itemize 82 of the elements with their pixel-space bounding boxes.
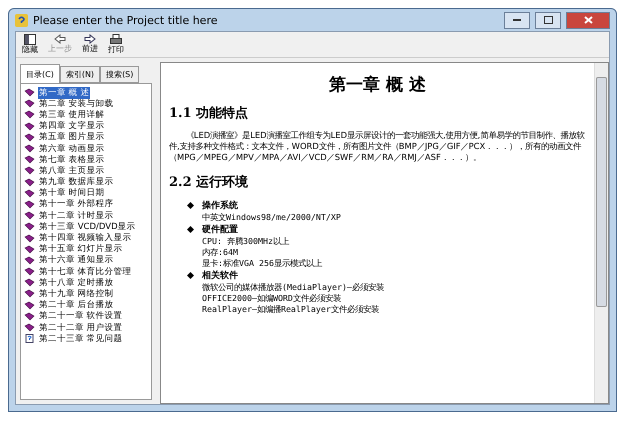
book-icon: [24, 312, 35, 321]
tree-item[interactable]: 第二十二章 用户设置: [38, 322, 124, 334]
tree-item[interactable]: 第二十一章 软件设置: [38, 310, 124, 322]
book-icon: [24, 144, 35, 154]
tree-item[interactable]: 第一章 概 述: [38, 86, 90, 99]
scrollbar[interactable]: [594, 63, 608, 403]
chapter-title: 第一章 概 述: [328, 74, 427, 96]
toolbar-button[interactable]: 打印: [106, 34, 126, 55]
book-icon: [24, 211, 35, 220]
help-icon: [15, 14, 28, 26]
book-icon: [24, 88, 35, 98]
section-heading: 1.1 功能特点: [169, 105, 250, 122]
window-title: Please enter the Project title here: [33, 14, 219, 26]
book-icon: [24, 244, 35, 254]
right-arrow-icon: [84, 34, 96, 44]
tree-item[interactable]: 第十七章 体育比分管理: [38, 266, 133, 278]
book-icon: [24, 234, 35, 243]
toolbar-button[interactable]: 隐藏: [20, 34, 40, 55]
tree-item[interactable]: 第十一章 外部程序: [38, 198, 115, 210]
bullet-icon: [187, 202, 194, 209]
tree-item[interactable]: 第七章 表格显示: [38, 154, 106, 166]
book-icon: [24, 99, 35, 108]
bullet-icon: [187, 226, 194, 233]
bullet-line: CPU: 奔腾300MHz以上: [202, 236, 290, 247]
bullet-line: 微软公司的媒体播放器(MediaPlayer)—必须安装: [202, 282, 384, 293]
book-icon: [24, 278, 35, 288]
minimize-icon: [513, 18, 521, 22]
tree-item[interactable]: 第三章 使用详解: [38, 108, 106, 121]
book-icon: [24, 132, 35, 142]
tree-item[interactable]: 第十八章 定时播放: [38, 276, 115, 289]
bullet-line: 中英文Windows98/me/2000/NT/XP: [202, 212, 341, 223]
book-icon: [24, 222, 35, 232]
book-icon: [24, 289, 35, 298]
book-icon: [24, 300, 35, 310]
book-icon: [24, 188, 35, 198]
help-page-icon: [24, 334, 35, 344]
tree-item[interactable]: 第四章 文字显示: [38, 120, 106, 132]
book-icon: [24, 323, 35, 332]
printer-icon: [110, 34, 122, 45]
bullet-icon: [187, 272, 194, 279]
bullet-line: RealPlayer—如编播RealPlayer文件必须安装: [202, 304, 380, 315]
tree-item[interactable]: 第十三章 VCD/DVD显示: [38, 220, 137, 233]
bullet-title: 操作系统: [202, 199, 239, 212]
tree-item[interactable]: 第十六章 通知显示: [38, 254, 115, 266]
tree-item[interactable]: 第十章 时间日期: [38, 187, 106, 200]
book-icon: [24, 155, 35, 164]
minimize-button[interactable]: [504, 12, 530, 28]
maximize-button[interactable]: [535, 12, 561, 28]
bullet-line: OFFICE2000—如编WORD文件必须安装: [202, 292, 342, 304]
book-icon: [24, 166, 35, 176]
panel-icon: [24, 34, 36, 45]
tab[interactable]: 搜索(S): [100, 66, 140, 83]
tree-item[interactable]: 第九章 数据库显示: [38, 176, 115, 188]
left-arrow-icon: [54, 34, 66, 44]
tree-item[interactable]: 第十九章 网络控制: [38, 288, 115, 300]
tree-item[interactable]: 第十五章 幻灯片显示: [38, 243, 124, 256]
close-button[interactable]: [566, 12, 610, 28]
tree-item[interactable]: 第八章 主页显示: [38, 164, 106, 177]
book-icon: [24, 110, 35, 120]
bullet-line: 显卡:标准VGA 256显示模式以上: [202, 258, 322, 269]
paragraph: 《LED演播室》是LED演播室工作组专为LED显示屏设计的一套功能强大,使用方便,简单易学的节目制作、播放软件,支持多种文件格式：文本文件，WORD文件，所有图片文件（BMP／JPG／GIF／PCX．．．），所有的动画文件（MPG／MPEG／MPV／MPA／AVI／VCD／SWF／RM／RA／RMJ／ASF．．．）。: [169, 130, 586, 163]
book-icon: [24, 122, 35, 131]
bullet-line: 内存:64M: [202, 246, 239, 258]
close-icon: [584, 16, 592, 24]
tab[interactable]: 目录(C): [20, 64, 60, 83]
book-icon: [24, 256, 35, 265]
tree-item[interactable]: 第二章 安装与卸载: [38, 98, 115, 110]
book-icon: [24, 200, 35, 209]
bullet-title: 相关软件: [202, 269, 239, 282]
maximize-icon: [544, 16, 552, 24]
bullet-title: 硬件配置: [202, 224, 239, 236]
tree-item[interactable]: 第六章 动画显示: [38, 142, 106, 155]
tree-item[interactable]: 第二十三章 常见问题: [38, 332, 124, 345]
tab[interactable]: 索引(N): [60, 66, 100, 83]
tree-item[interactable]: 第五章 图片显示: [38, 131, 106, 144]
book-icon: [24, 267, 35, 276]
book-icon: [24, 178, 35, 187]
tree-item[interactable]: 第十二章 计时显示: [38, 210, 115, 222]
tree-item[interactable]: 第二十章 后台播放: [38, 299, 115, 312]
tree-item[interactable]: 第十四章 视频输入显示: [38, 232, 133, 244]
toolbar-button[interactable]: 前进: [80, 34, 100, 55]
section-heading: 2.2 运行环境: [169, 174, 250, 191]
